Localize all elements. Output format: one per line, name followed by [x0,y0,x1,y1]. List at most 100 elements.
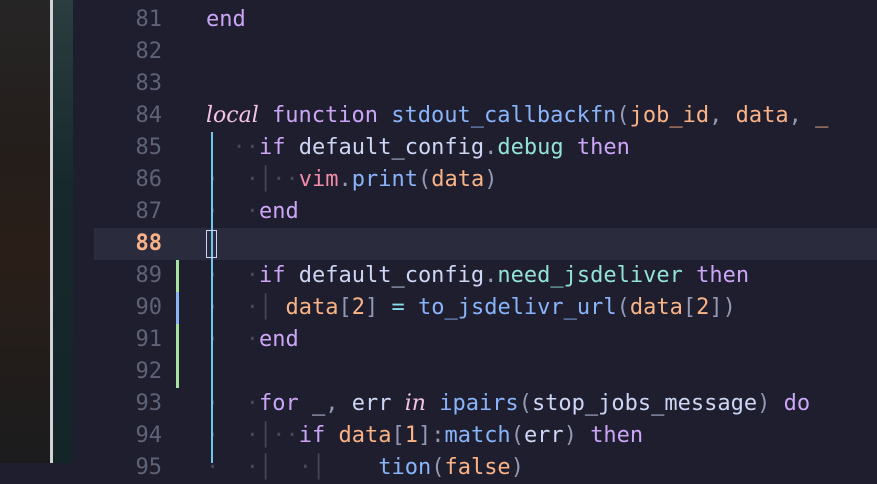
sign-column [73,0,94,463]
code-token: data [735,103,789,128]
code-token: end [258,199,299,224]
code-text: · ·│··vim.print(data) [206,164,497,196]
code-token: in [404,391,426,416]
code-token: ( [616,103,630,128]
line-number: 88 [135,231,163,256]
code-token: · · [206,199,259,224]
code-token: vim [298,167,339,192]
line-number: 91 [135,327,163,352]
code-text: · ·if default_config.need_jsdeliver then [206,260,749,292]
code-token: for [258,391,299,416]
line-number: 87 [135,199,163,224]
code-token: default_config [298,263,485,288]
code-line[interactable]: 84 local function stdout_callbackfn(job_i… [94,100,877,132]
code-token: end [206,7,246,32]
code-token: , [788,103,816,128]
line-number: 89 [135,263,163,288]
code-token: err [523,423,564,448]
code-token: ( [510,423,524,448]
code-token: data [431,167,485,192]
code-token: data [285,295,339,320]
code-token: · ·│·· [206,167,299,192]
code-token: local [206,103,259,128]
code-token: 2 [351,295,365,320]
line-number: 81 [135,7,163,32]
side-panel [53,0,73,463]
left-window-strip [0,0,94,463]
code-token: false [444,455,511,480]
code-token: , [709,103,736,128]
code-line[interactable]: 83 [94,68,877,100]
code-token: need_jsdeliver [497,263,683,288]
code-token: · · [206,391,259,416]
code-token: · · [206,263,259,288]
code-token: err [351,391,392,416]
line-number: 84 [135,103,163,128]
line-number: 82 [135,39,163,64]
code-token: print [351,167,418,192]
code-token: stdout_callbackfn [391,103,617,128]
code-token: if [298,423,326,448]
line-number: 85 [135,135,163,160]
code-text: · ·end [206,324,299,356]
code-token: end [258,327,299,352]
code-token: stop_jobs_message [531,391,758,416]
code-token: match [444,423,511,448]
code-token: ]) [709,295,736,320]
line-number: 93 [135,391,163,416]
code-token: ( [417,167,432,192]
code-line[interactable]: 81 end [94,4,877,36]
code-line[interactable]: 82 [94,36,877,68]
line-number: 83 [135,71,163,96]
code-token: data [629,295,683,320]
code-token: data [338,423,392,448]
code-token: ] [364,295,379,320]
code-token: if [258,135,286,160]
code-text: ··if default_config.debug then [206,132,629,164]
code-text: · ·│ data[2] = to_jsdelivr_url(data[2]) [206,292,736,324]
line-number: 92 [135,359,163,384]
code-token: then [696,263,750,288]
line-number: 95 [135,455,163,480]
code-text: end [206,4,246,36]
line-number: 90 [135,295,163,320]
code-token: · ·│·· [206,423,299,448]
code-token: 2 [696,295,710,320]
code-token: ) [757,391,771,416]
code-token: _ [311,391,326,416]
code-text: · ·end [206,196,299,228]
code-token: if [258,263,286,288]
code-token: tion [378,455,432,480]
code-token: . [338,167,352,192]
code-token: ) [510,455,524,480]
code-token: · ·│ [206,295,286,320]
code-editor[interactable]: 81 end 82 83 84 local function stdout_callbac… [94,0,877,480]
code-token: 1 [404,423,418,448]
code-token: ) [563,423,577,448]
code-token: [ [682,295,697,320]
code-token: ( [616,295,630,320]
active-indent-guide [211,132,213,463]
code-token: _ [815,103,829,128]
code-token: function [272,103,378,128]
code-text: local function stdout_callbackfn(job_id,… [206,100,828,132]
code-token: , [325,391,352,416]
code-token: . [484,263,498,288]
code-token: then [590,423,644,448]
code-token: do [783,391,811,416]
code-text: · ·│ ·│ tion(false) [206,452,524,484]
code-text: · ·│··if data[1]:match(err) then [206,420,643,452]
code-token: . [484,135,498,160]
code-token: ipairs [439,391,519,416]
